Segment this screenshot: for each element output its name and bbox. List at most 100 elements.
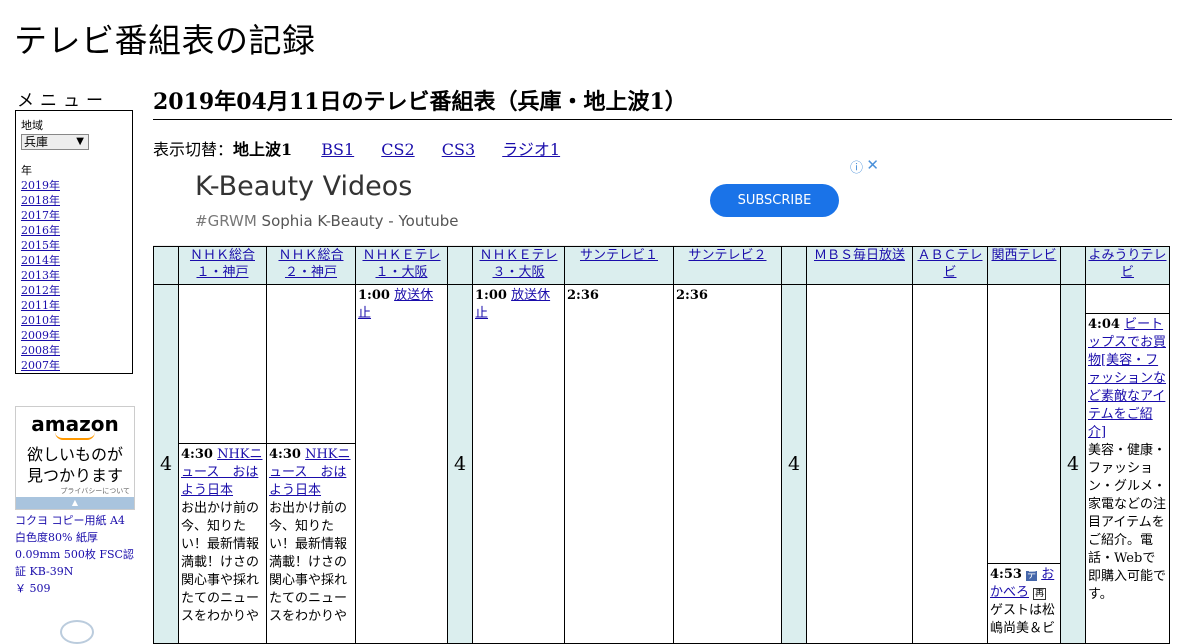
program-description: お出かけ前の今、知りたい！最新情報満載！けさの関心事や採れたてのニュースをわかり… [181, 501, 260, 624]
program-time: 1:00 [475, 288, 507, 303]
year-link[interactable]: 2008年 [21, 343, 127, 358]
channel-link[interactable]: ＡＢＣテレビ [917, 248, 982, 280]
amazon-tagline-line2: 見つかります [26, 466, 123, 485]
channel-link[interactable]: ＮＨＫＥテレ１・大阪 [362, 248, 440, 280]
chevron-up-icon: ▲ [71, 498, 79, 507]
amazon-tagline-line1: 欲しいものが [26, 445, 123, 464]
channel-header: ＭＢＳ毎日放送 [806, 246, 913, 285]
channel-link[interactable]: ＮＨＫ総合１・神戸 [190, 248, 255, 280]
chevron-down-icon: ▼ [76, 136, 84, 147]
program-cell [912, 284, 988, 644]
info-icon[interactable]: ⓘ [850, 157, 863, 176]
year-link[interactable]: 2013年 [21, 268, 127, 283]
amazon-logo: amazon [31, 412, 119, 436]
data-broadcast-icon: デ [1026, 571, 1038, 581]
channel-header: サンテレビ２ [673, 246, 782, 285]
region-label: 地域 [21, 119, 43, 132]
year-link[interactable]: 2018年 [21, 193, 127, 208]
year-link[interactable]: 2016年 [21, 223, 127, 238]
subscribe-button[interactable]: SUBSCRIBE [710, 184, 839, 217]
program-description: 美容・健康・ファッション・グルメ・家電などの注目アイテムをご紹介。電話・Webで… [1088, 443, 1167, 602]
program-time: 4:30 [181, 447, 213, 462]
channel-header: サンテレビ１ [564, 246, 674, 285]
year-list: 年 2019年 2018年 2017年 2016年 2015年 2014年 20… [21, 162, 127, 373]
channel-link[interactable]: ＮＨＫＥテレ３・大阪 [479, 248, 557, 280]
banner-ad-subtitle: #GRWM Sophia K-Beauty - Youtube [195, 212, 458, 230]
amazon-privacy[interactable]: プライバシーについて [16, 486, 134, 496]
channel-header: ＮＨＫ総合１・神戸 [178, 246, 267, 285]
program-cell [806, 284, 913, 644]
program-title[interactable]: お [1041, 567, 1054, 582]
program-cell: 4:04 ビートップスでお買物[美容・ファッションなど素敵なアイテムをご紹介] … [1085, 313, 1170, 644]
program-cell [178, 284, 267, 444]
year-link[interactable]: 2017年 [21, 208, 127, 223]
amazon-tagline: 欲しいものが 見つかります [16, 444, 134, 486]
year-link[interactable]: 2011年 [21, 298, 127, 313]
year-link[interactable]: 2015年 [21, 238, 127, 253]
program-cell: 2:36 [564, 284, 674, 644]
program-cell [1085, 284, 1170, 314]
program-time: 4:04 [1088, 317, 1120, 332]
year-link[interactable]: 2014年 [21, 253, 127, 268]
channel-header: よみうりテレビ [1085, 246, 1170, 285]
program-title-cont[interactable]: かべろ [990, 585, 1029, 600]
hour-header [781, 246, 807, 285]
rerun-icon: 再 [1033, 588, 1047, 600]
hour-cell: 4 [1060, 284, 1086, 644]
program-cell: 1:00 放送休止 [355, 284, 448, 644]
amazon-ad[interactable]: amazon 欲しいものが 見つかります プライバシーについて ▲ [15, 406, 135, 510]
menu-box: 地域 兵庫 ▼ 年 2019年 2018年 2017年 2016年 2015年 … [15, 110, 133, 374]
site-title: テレビ番組表の記録 [14, 21, 316, 60]
program-time: 2:36 [676, 288, 708, 303]
close-icon[interactable]: ✕ [866, 156, 879, 174]
year-link[interactable]: 2012年 [21, 283, 127, 298]
hour-cell: 4 [781, 284, 807, 644]
channel-link[interactable]: サンテレビ１ [580, 248, 658, 263]
program-time: 4:53 [990, 567, 1022, 582]
program-cell [266, 284, 356, 444]
program-time: 2:36 [567, 288, 599, 303]
banner-ad[interactable]: K-Beauty Videos #GRWM Sophia K-Beauty - … [153, 156, 881, 246]
banner-ad-hashtag: #GRWM [195, 212, 257, 230]
hour-header [1060, 246, 1086, 285]
page-title: 2019年04月11日のテレビ番組表（兵庫・地上波1） [153, 84, 1172, 120]
channel-header: ＡＢＣテレビ [912, 246, 988, 285]
region-select[interactable]: 兵庫 ▼ [21, 134, 89, 150]
year-link[interactable]: 2007年 [21, 358, 127, 373]
channel-header-row: ＮＨＫ総合１・神戸 ＮＨＫ総合２・神戸 ＮＨＫＥテレ１・大阪 ＮＨＫＥテレ３・大… [153, 246, 1170, 285]
hour-header [447, 246, 473, 285]
channel-link[interactable]: ＮＨＫ総合２・神戸 [278, 248, 343, 280]
table-row: 4 1:00 放送休止 4 1:00 放送休止 2:36 2:36 4 4 [153, 284, 1170, 644]
channel-link[interactable]: 関西テレビ [991, 248, 1056, 263]
product-link[interactable]: コクヨ コピー用紙 A4 白色度80% 紙厚 0.09mm 500枚 FSC認証… [15, 512, 137, 597]
channel-header: ＮＨＫＥテレ１・大阪 [355, 246, 448, 285]
year-link[interactable]: 2019年 [21, 178, 127, 193]
hour-header [153, 246, 179, 285]
channel-header: 関西テレビ [987, 246, 1061, 285]
program-description: お出かけ前の今、知りたい！最新情報満載！けさの関心事や採れたてのニュースをわかり… [269, 501, 348, 624]
year-link[interactable]: 2009年 [21, 328, 127, 343]
schedule-table: ＮＨＫ総合１・神戸 ＮＨＫ総合２・神戸 ＮＨＫＥテレ１・大阪 ＮＨＫＥテレ３・大… [153, 246, 1170, 644]
product-name: コクヨ コピー用紙 A4 白色度80% 紙厚 0.09mm 500枚 FSC認証… [15, 514, 134, 578]
program-cell [987, 284, 1061, 564]
year-link[interactable]: 2010年 [21, 313, 127, 328]
region-select-value: 兵庫 [24, 135, 49, 149]
program-cell: 4:53 デ お かべろ 再 ゲストは松嶋尚美＆ビ [987, 563, 1061, 644]
program-cell: 2:36 [673, 284, 782, 644]
channel-link[interactable]: よみうりテレビ [1088, 248, 1166, 280]
menu-heading: メニュー [17, 91, 109, 111]
channel-link[interactable]: サンテレビ２ [688, 248, 766, 263]
year-label: 年 [21, 164, 32, 177]
program-time: 1:00 [358, 288, 390, 303]
product-thumbnail[interactable] [60, 620, 94, 644]
channel-header: ＮＨＫＥテレ３・大阪 [472, 246, 565, 285]
hour-cell: 4 [153, 284, 179, 644]
channel-header: ＮＨＫ総合２・神戸 [266, 246, 356, 285]
hour-cell: 4 [447, 284, 473, 644]
channel-link[interactable]: ＭＢＳ毎日放送 [814, 248, 905, 263]
banner-ad-source: Sophia K-Beauty - Youtube [256, 212, 459, 230]
program-cell: 4:30 NHKニュース おはよう日本 お出かけ前の今、知りたい！最新情報満載！… [178, 443, 267, 644]
program-cell: 4:30 NHKニュース おはよう日本 お出かけ前の今、知りたい！最新情報満載！… [266, 443, 356, 644]
program-title[interactable]: ビートップスでお買物[美容・ファッションなど素敵なアイテムをご紹介] [1088, 317, 1166, 440]
banner-ad-title: K-Beauty Videos [195, 171, 413, 202]
